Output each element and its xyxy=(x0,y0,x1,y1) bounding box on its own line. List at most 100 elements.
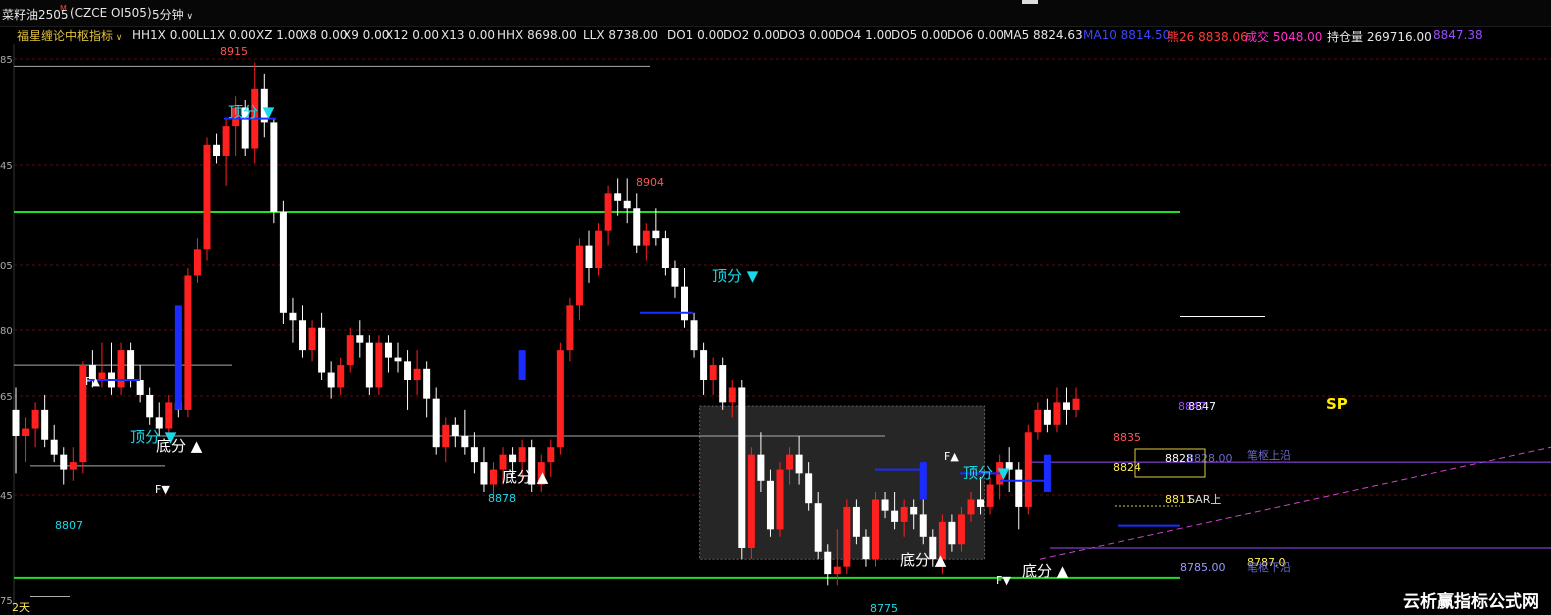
indicator-value: X9 0.00 xyxy=(343,28,390,42)
contract-code: (CZCE OI505) xyxy=(70,6,152,20)
indicator-value: 熊26 8838.06 xyxy=(1167,30,1248,44)
candle-body xyxy=(566,305,574,351)
indicator-value: 8847.38 xyxy=(1433,28,1483,42)
candle-body xyxy=(1043,409,1051,425)
candle-body xyxy=(575,245,583,306)
chevron-down-icon: ∨ xyxy=(113,33,123,43)
candle-body xyxy=(948,521,956,545)
y-tick-label: 75 xyxy=(0,596,13,607)
indicator-value: X13 0.00 xyxy=(441,28,496,42)
candle-body xyxy=(413,368,421,380)
candle-body xyxy=(432,398,440,448)
bottom-fractal-label: 底分 ▲ xyxy=(1022,562,1069,580)
indicator-value: 持仓量 269716.00 xyxy=(1327,30,1432,44)
indicator-value: X8 0.00 xyxy=(301,28,348,42)
candle-body xyxy=(862,536,870,560)
bottom-fractal-label: 底分 ▲ xyxy=(900,551,947,569)
candle-body xyxy=(442,424,450,448)
period-label: 5分钟 xyxy=(152,8,184,22)
chart-annotation: SAR上 xyxy=(1188,493,1221,506)
candle-body xyxy=(375,342,383,388)
price-level-label: 8878 xyxy=(488,492,516,505)
candle-body xyxy=(423,368,431,399)
candle-body xyxy=(155,417,163,429)
candle-body xyxy=(41,409,49,440)
chart-annotation: F▼ xyxy=(155,483,170,496)
price-level-label: 8835 xyxy=(1113,431,1141,444)
candle-body xyxy=(719,365,727,403)
price-level-label: 8828.00 xyxy=(1187,452,1233,465)
indicator-value: DO4 1.00 xyxy=(835,28,892,42)
candle-body xyxy=(1015,469,1023,507)
chart-annotation: 笔枢下沿 xyxy=(1247,560,1291,574)
candle-body xyxy=(604,193,612,231)
candle-body xyxy=(776,469,784,530)
candle-body xyxy=(709,365,717,380)
period-selector[interactable]: 5分钟 ∨ xyxy=(152,6,193,23)
candle-body xyxy=(843,506,851,567)
indicator-selector[interactable]: 福星缠论中枢指标 ∨ xyxy=(17,27,122,44)
candle-body xyxy=(642,230,650,246)
candle-body xyxy=(490,469,497,485)
candle-body xyxy=(165,402,173,429)
price-level-label: 8847 xyxy=(1178,400,1206,413)
chart-annotation: F▲ xyxy=(85,375,100,388)
top-fractal-label: 顶分 ▼ xyxy=(963,464,1010,482)
candle-body xyxy=(881,499,889,511)
candle-body xyxy=(480,462,488,485)
candle-body xyxy=(127,350,135,380)
candle-body xyxy=(977,499,985,507)
indicator-value: HHX 8698.00 xyxy=(497,28,577,42)
chart-annotation: 笔枢上沿 xyxy=(1247,448,1291,462)
candle-body xyxy=(633,208,641,246)
candle-body xyxy=(318,327,326,373)
top-fractal-label: 顶分 ▼ xyxy=(228,103,275,121)
candle-body xyxy=(738,387,746,548)
main-contract-marker: M xyxy=(60,4,67,13)
symbol-title[interactable]: 菜籽油2505 xyxy=(2,6,69,23)
candle-body xyxy=(900,506,908,522)
candle-body xyxy=(384,342,392,358)
candle-body xyxy=(270,122,278,212)
blue-segment xyxy=(174,305,182,410)
indicator-name: 福星缠论中枢指标 xyxy=(17,29,114,43)
candle-body xyxy=(747,454,755,548)
candle-body xyxy=(585,245,593,268)
candle-body xyxy=(795,454,803,474)
candle-body xyxy=(891,510,899,522)
candle-body xyxy=(766,480,774,530)
candle-body xyxy=(365,342,373,388)
candle-body xyxy=(31,409,39,429)
candle-body xyxy=(957,514,965,545)
candle-body xyxy=(222,126,230,156)
candle-body xyxy=(700,350,708,380)
top-fractal-label: 顶分 ▼ xyxy=(712,267,759,285)
bottom-fractal-label: 底分 ▲ xyxy=(156,437,203,455)
candle-body xyxy=(289,312,297,321)
indicator-value: HH1X 0.00 xyxy=(132,28,197,42)
indicator-value: XZ 1.00 xyxy=(256,28,303,42)
indicator-value: MA5 8824.63 xyxy=(1003,28,1083,42)
candle-body xyxy=(833,566,841,575)
blue-segment xyxy=(919,462,927,500)
candle-body xyxy=(117,350,125,388)
candle-body xyxy=(136,380,144,395)
candle-body xyxy=(824,551,832,575)
candle-body xyxy=(986,484,994,507)
indicator-value: X12 0.00 xyxy=(385,28,440,42)
candle-body xyxy=(327,372,335,388)
candlestick-chart[interactable]: 85450580654575顶分 ▼顶分 ▼顶分 ▼顶分 ▼底分 ▲底分 ▲底分… xyxy=(0,44,1551,615)
candle-body xyxy=(814,503,822,552)
candle-body xyxy=(470,447,478,463)
candle-body xyxy=(69,462,77,470)
window-handle[interactable] xyxy=(1022,0,1038,4)
candle-body xyxy=(852,506,860,537)
candle-body xyxy=(279,212,287,313)
candle-body xyxy=(671,268,679,287)
candle-body xyxy=(461,436,469,448)
candle-body xyxy=(805,473,813,504)
candle-body xyxy=(652,230,660,239)
candle-body xyxy=(203,144,211,250)
candle-body xyxy=(518,447,526,463)
indicator-value: LLX 8738.00 xyxy=(583,28,659,42)
